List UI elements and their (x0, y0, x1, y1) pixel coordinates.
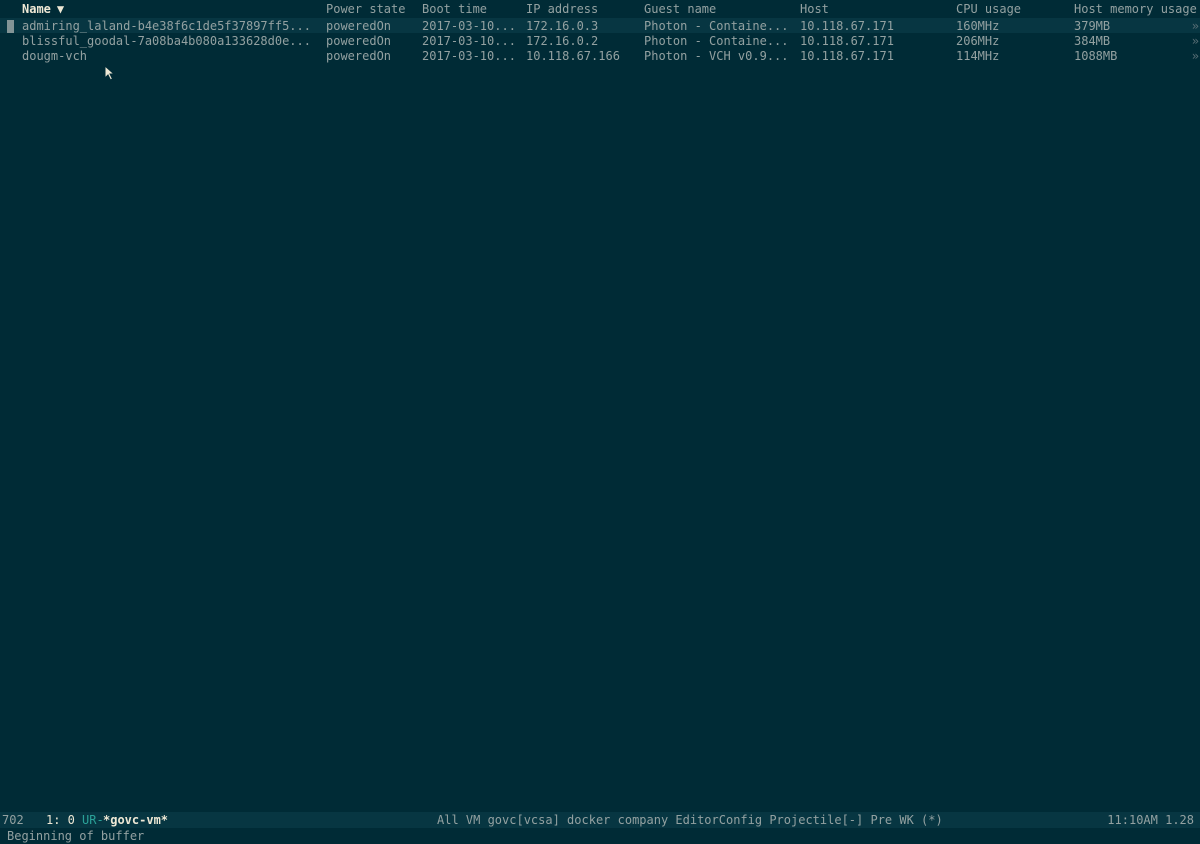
modeline-buffer-flags: UR- (82, 813, 104, 827)
point-cursor-marker (7, 20, 14, 33)
modeline-minor-modes[interactable]: All VM govc[vcsa] docker company EditorC… (437, 812, 943, 828)
cell-guest-name: Photon - Containe... (644, 34, 789, 48)
modeline-position: 1: 0 (46, 813, 75, 827)
emacs-frame: Name ▼ Power state Boot time IP address G… (0, 0, 1200, 844)
cell-ip-address: 172.16.0.3 (526, 19, 599, 33)
table-row[interactable]: admiring_laland-b4e38f6c1de5f37897ff5...… (0, 18, 1200, 33)
table-header: Name ▼ Power state Boot time IP address G… (0, 0, 1200, 18)
sort-descending-icon: ▼ (56, 2, 65, 16)
table-row[interactable]: dougm-vch poweredOn 2017-03-10... 10.118… (0, 48, 1200, 63)
mode-line: 702 1: 0 UR- *govc-vm* All VM govc[vcsa]… (0, 812, 1200, 828)
cell-boot-time: 2017-03-10... (422, 49, 516, 63)
cell-guest-name: Photon - VCH v0.9... (644, 49, 789, 63)
cell-guest-name: Photon - Containe... (644, 19, 789, 33)
cell-power-state: poweredOn (326, 34, 392, 48)
cell-boot-time: 2017-03-10... (422, 34, 516, 48)
cell-cpu-usage: 114MHz (956, 49, 1000, 63)
cell-ip-address: 172.16.0.2 (526, 34, 599, 48)
column-header-cpu-usage[interactable]: CPU usage (956, 2, 1068, 16)
echo-message: Beginning of buffer (7, 829, 145, 843)
column-header-ip-address[interactable]: IP address (526, 2, 640, 16)
column-header-boot-time[interactable]: Boot time (422, 2, 522, 16)
cell-host-memory-usage: 379MB (1074, 19, 1111, 33)
truncation-arrow-icon: » (1191, 34, 1199, 48)
cell-ip-address: 10.118.67.166 (526, 49, 620, 63)
cell-cpu-usage: 206MHz (956, 34, 1000, 48)
cell-name: blissful_goodal-7a08ba4b080a133628d0e... (22, 34, 311, 48)
cell-power-state: poweredOn (326, 19, 392, 33)
cell-cpu-usage: 160MHz (956, 19, 1000, 33)
modeline-buffer-name[interactable]: *govc-vm* (103, 812, 168, 828)
vm-table: admiring_laland-b4e38f6c1de5f37897ff5...… (0, 18, 1200, 63)
truncation-arrow-icon: » (1191, 49, 1199, 63)
echo-area[interactable]: Beginning of buffer (0, 828, 1200, 844)
column-header-guest-name[interactable]: Guest name (644, 2, 796, 16)
cell-boot-time: 2017-03-10... (422, 19, 516, 33)
cell-host-memory-usage: 384MB (1074, 34, 1111, 48)
modeline-line-count: 702 (2, 813, 24, 827)
cell-name: admiring_laland-b4e38f6c1de5f37897ff5... (22, 19, 311, 33)
truncation-arrow-icon: » (1191, 19, 1199, 33)
cell-host: 10.118.67.171 (800, 19, 894, 33)
table-row[interactable]: blissful_goodal-7a08ba4b080a133628d0e...… (0, 33, 1200, 48)
column-header-power-state[interactable]: Power state (326, 2, 418, 16)
cell-power-state: poweredOn (326, 49, 392, 63)
cell-host-memory-usage: 1088MB (1074, 49, 1118, 63)
column-header-host-memory-usage[interactable]: Host memory usage (1074, 2, 1200, 16)
column-header-name[interactable]: Name ▼ (22, 2, 320, 16)
modeline-time-load: 11:10AM 1.28 (1107, 813, 1194, 827)
cell-host: 10.118.67.171 (800, 34, 894, 48)
cell-name: dougm-vch (22, 49, 88, 63)
column-header-host[interactable]: Host (800, 2, 950, 16)
cell-host: 10.118.67.171 (800, 49, 894, 63)
